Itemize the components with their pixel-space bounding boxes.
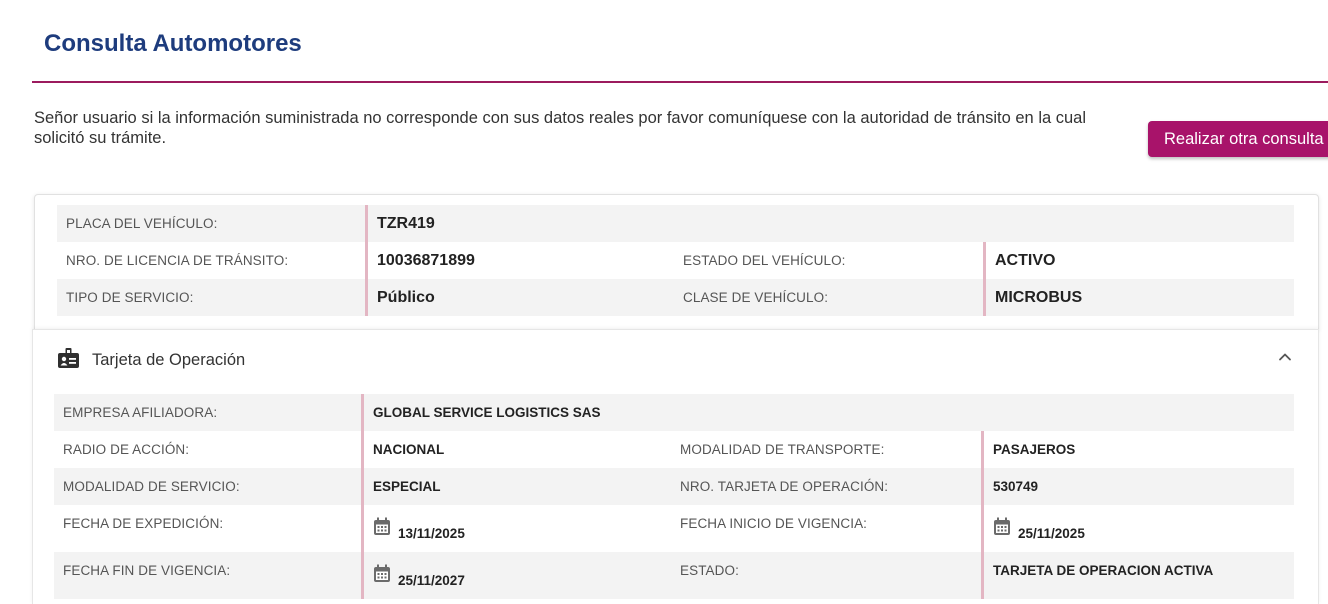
state-label: ESTADO:: [671, 552, 981, 599]
title-divider: [32, 81, 1328, 83]
chevron-up-icon[interactable]: [1278, 349, 1292, 367]
vehicle-status-value: ACTIVO: [983, 242, 1294, 279]
transport-mode-label: MODALIDAD DE TRANSPORTE:: [680, 442, 885, 457]
id-badge-icon: [58, 348, 79, 373]
new-query-button[interactable]: Realizar otra consulta: [1148, 121, 1328, 157]
operation-card-table: EMPRESA AFILIADORA: GLOBAL SERVICE LOGIS…: [54, 394, 1294, 599]
service-type-label: TIPO DE SERVICIO:: [57, 279, 365, 316]
start-date-label: FECHA INICIO DE VIGENCIA:: [680, 516, 868, 531]
vehicle-class-label: CLASE DE VEHÍCULO:: [674, 279, 983, 316]
card-number-value: 530749: [981, 468, 1294, 505]
radius-value: NACIONAL: [361, 431, 671, 468]
card-number-label: NRO. TARJETA DE OPERACIÓN:: [671, 468, 981, 505]
company-value: GLOBAL SERVICE LOGISTICS SAS: [361, 394, 1294, 431]
vehicle-status-label: ESTADO DEL VEHÍCULO:: [683, 253, 846, 268]
issue-date-text: 13/11/2025: [398, 526, 465, 541]
end-date-label: FECHA FIN DE VIGENCIA:: [54, 552, 361, 599]
issue-date-value: 13/11/2025: [361, 505, 671, 552]
end-date-value: 25/11/2027: [361, 552, 671, 599]
operation-card-title: Tarjeta de Operación: [92, 351, 246, 369]
start-date-text: 25/11/2025: [1018, 526, 1085, 541]
license-value: 10036871899: [365, 242, 674, 279]
calendar-icon: [373, 517, 391, 539]
calendar-icon: [993, 517, 1011, 539]
company-label: EMPRESA AFILIADORA:: [54, 394, 361, 431]
license-label: NRO. DE LICENCIA DE TRÁNSITO:: [66, 253, 289, 268]
vehicle-class-value: MICROBUS: [983, 279, 1294, 316]
service-mode-label: MODALIDAD DE SERVICIO:: [54, 468, 361, 505]
state-value: TARJETA DE OPERACION ACTIVA: [981, 552, 1294, 599]
vehicle-info-table: PLACA DEL VEHÍCULO: TZR419 NRO. DE LICEN…: [57, 205, 1294, 316]
start-date-value: 25/11/2025: [981, 505, 1294, 552]
plate-label: PLACA DEL VEHÍCULO:: [57, 205, 365, 242]
issue-date-label: FECHA DE EXPEDICIÓN:: [63, 516, 224, 531]
operation-card-header[interactable]: Tarjeta de Operación: [58, 348, 245, 373]
plate-value: TZR419: [365, 205, 1294, 242]
notice-text: Señor usuario si la información suminist…: [34, 109, 1087, 147]
page-title: Consulta Automotores: [44, 30, 302, 57]
calendar-icon: [373, 564, 391, 586]
service-type-value: Público: [365, 279, 674, 316]
radius-label: RADIO DE ACCIÓN:: [63, 442, 190, 457]
transport-mode-value: PASAJEROS: [981, 431, 1294, 468]
service-mode-value: ESPECIAL: [361, 468, 671, 505]
end-date-text: 25/11/2027: [398, 573, 465, 588]
